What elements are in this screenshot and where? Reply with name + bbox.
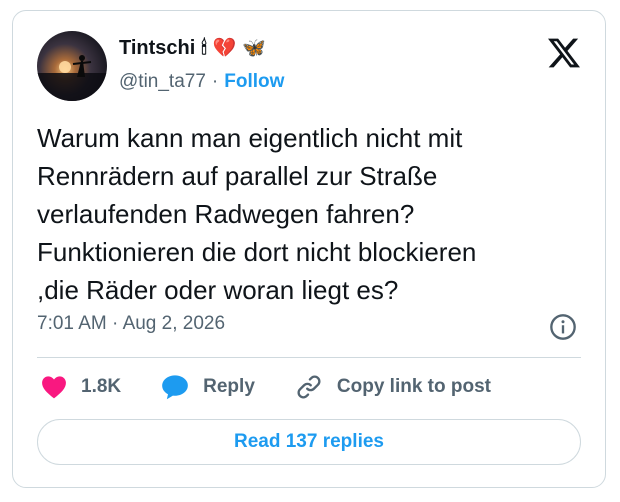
- tweet-line: Funktionieren die dort nicht blockieren: [37, 237, 477, 267]
- tweet-line: ,die Räder oder woran liegt es?: [37, 275, 399, 305]
- butterfly-icon: 🦋: [242, 37, 267, 59]
- action-bar: 1.8K Reply Copy link to post: [41, 373, 531, 401]
- divider: [37, 357, 581, 358]
- read-replies-label: Read 137 replies: [234, 431, 384, 452]
- tweet-line: verlaufenden Radwegen fahren?: [37, 199, 415, 229]
- author-handle[interactable]: @tin_ta77: [119, 71, 206, 93]
- x-logo-icon[interactable]: [547, 37, 581, 69]
- like-count: 1.8K: [81, 376, 122, 397]
- like-button[interactable]: 1.8K: [41, 375, 121, 399]
- speech-bubble-icon: [162, 375, 188, 400]
- author-name-row: Tintschi 🕯 💔 🦋: [119, 37, 266, 60]
- reply-label: Reply: [203, 376, 255, 397]
- broken-heart-icon: 💔: [212, 37, 237, 59]
- timestamp-separator: ·: [112, 313, 119, 334]
- tweet-date: Aug 2, 2026: [122, 313, 226, 334]
- tweet-text: Warum kann man eigentlich nicht mit Renn…: [37, 119, 587, 309]
- tweet-time: 7:01 AM: [37, 313, 107, 334]
- tweet-card: Tintschi 🕯 💔 🦋 @tin_ta77 · Follow Warum …: [12, 10, 606, 488]
- info-icon[interactable]: [549, 313, 577, 341]
- tweet-line: Rennrädern auf parallel zur Straße: [37, 161, 438, 191]
- copy-link-label: Copy link to post: [336, 376, 491, 397]
- avatar[interactable]: [37, 31, 107, 101]
- handle-separator: ·: [211, 71, 219, 92]
- follow-link[interactable]: Follow: [224, 71, 284, 93]
- candle-icon: 🕯: [201, 37, 207, 59]
- read-replies-button[interactable]: Read 137 replies: [37, 419, 581, 465]
- tweet-line: Warum kann man eigentlich nicht mit: [37, 123, 463, 153]
- avatar-image: [37, 55, 107, 101]
- tweet-timestamp[interactable]: 7:01 AM · Aug 2, 2026: [37, 313, 225, 335]
- copy-link-button[interactable]: Copy link to post: [295, 373, 491, 401]
- handle-row: @tin_ta77 · Follow: [119, 71, 284, 93]
- heart-icon: [42, 376, 66, 399]
- link-icon: [297, 375, 321, 399]
- author-name[interactable]: Tintschi: [119, 37, 195, 60]
- reply-button[interactable]: Reply: [161, 374, 255, 400]
